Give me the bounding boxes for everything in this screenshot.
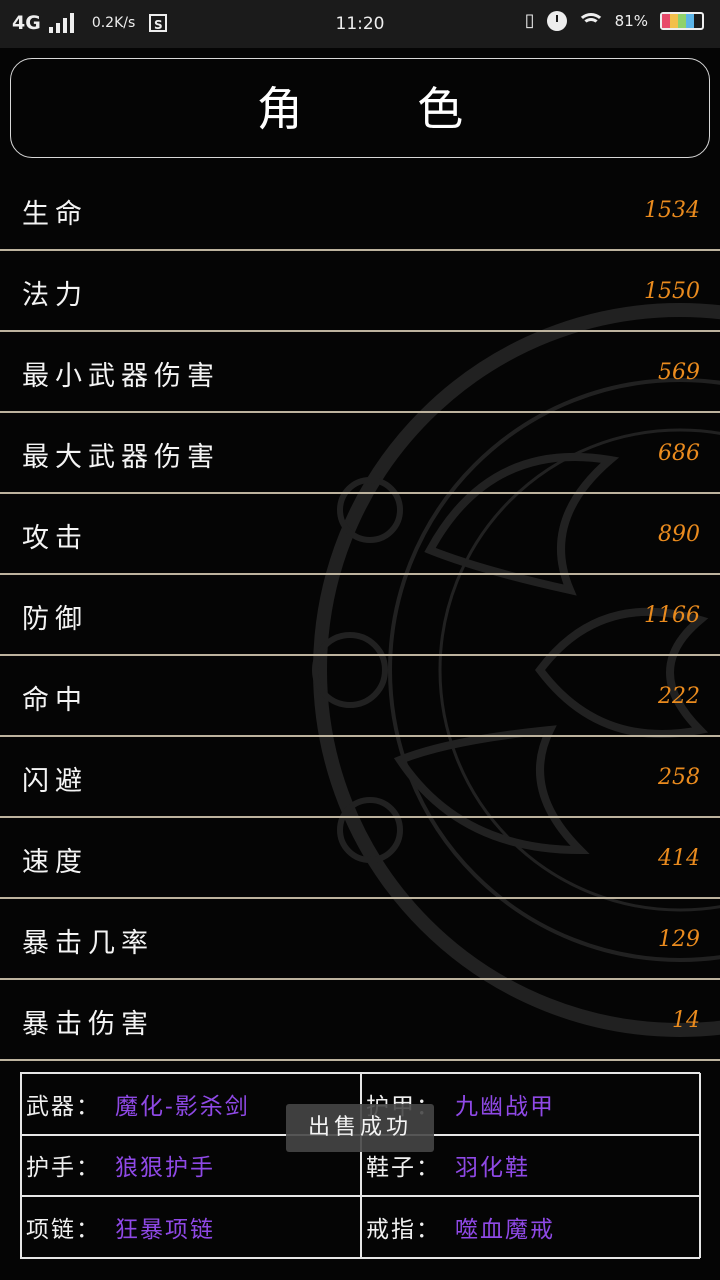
equip-slot-label: 鞋子： [366, 1155, 441, 1182]
equip-slot-necklace[interactable]: 项链： 狂暴项链 [21, 1196, 361, 1258]
stat-row-min-damage: 最小武器伤害 569 [0, 332, 720, 413]
stat-label: 生命 [22, 199, 88, 230]
equip-item-name: 羽化鞋 [455, 1155, 530, 1182]
stat-value: 414 [658, 846, 700, 871]
stat-value: 129 [658, 927, 700, 952]
stat-label: 暴击伤害 [22, 1009, 154, 1040]
equip-slot-label: 项链： [26, 1217, 101, 1244]
vibrate-icon: ▯ [524, 10, 535, 31]
status-bar: 4G 0.2K/s S 11:20 ▯ 81% [0, 0, 720, 48]
stat-value: 258 [658, 765, 700, 790]
stat-label: 速度 [22, 847, 88, 878]
stat-row-mp: 法力 1550 [0, 251, 720, 332]
stat-value: 569 [658, 360, 700, 385]
stats-list: 生命 1534 法力 1550 最小武器伤害 569 最大武器伤害 686 攻击… [0, 170, 720, 1061]
stat-row-accuracy: 命中 222 [0, 656, 720, 737]
stat-row-hp: 生命 1534 [0, 170, 720, 251]
equip-slot-ring[interactable]: 戒指： 噬血魔戒 [361, 1196, 701, 1258]
equip-item-name: 狼狠护手 [115, 1155, 215, 1182]
stat-value: 1550 [644, 279, 700, 304]
stat-row-speed: 速度 414 [0, 818, 720, 899]
wifi-icon [578, 12, 603, 30]
stat-value: 14 [672, 1008, 700, 1033]
equip-item-name: 噬血魔戒 [455, 1217, 555, 1244]
stat-label: 最小武器伤害 [22, 361, 220, 392]
stat-value: 890 [658, 522, 700, 547]
equip-slot-label: 武器： [26, 1093, 101, 1120]
stat-row-evasion: 闪避 258 [0, 737, 720, 818]
stat-label: 攻击 [22, 523, 88, 554]
stat-value: 1534 [644, 198, 700, 223]
stat-row-max-damage: 最大武器伤害 686 [0, 413, 720, 494]
stat-label: 最大武器伤害 [22, 442, 220, 473]
stat-value: 222 [658, 684, 700, 709]
stat-row-crit-rate: 暴击几率 129 [0, 899, 720, 980]
stat-label: 闪避 [22, 766, 88, 797]
stat-label: 防御 [22, 604, 88, 635]
stat-row-defense: 防御 1166 [0, 575, 720, 656]
stat-value: 1166 [644, 603, 700, 628]
title-panel: 角 色 [10, 58, 710, 158]
equip-slot-label: 护手： [26, 1155, 101, 1182]
page-title: 角 色 [256, 82, 514, 136]
equip-item-name: 魔化-影杀剑 [115, 1093, 250, 1120]
equip-slot-label: 戒指： [366, 1217, 441, 1244]
toast-message: 出售成功 [286, 1104, 434, 1152]
stat-label: 暴击几率 [22, 928, 154, 959]
alarm-icon [546, 10, 567, 31]
stat-row-attack: 攻击 890 [0, 494, 720, 575]
equip-item-name: 狂暴项链 [115, 1217, 215, 1244]
stat-value: 686 [658, 441, 700, 466]
battery-percent: 81% [614, 11, 648, 30]
equip-item-name: 九幽战甲 [455, 1093, 555, 1120]
stat-row-crit-damage: 暴击伤害 14 [0, 980, 720, 1061]
battery-icon [660, 11, 704, 30]
stat-label: 法力 [22, 280, 88, 311]
equipment-grid: 武器： 魔化-影杀剑 护甲： 九幽战甲 护手： 狼狠护手 鞋子： 羽化鞋 项链：… [20, 1072, 701, 1259]
stat-label: 命中 [22, 685, 88, 716]
